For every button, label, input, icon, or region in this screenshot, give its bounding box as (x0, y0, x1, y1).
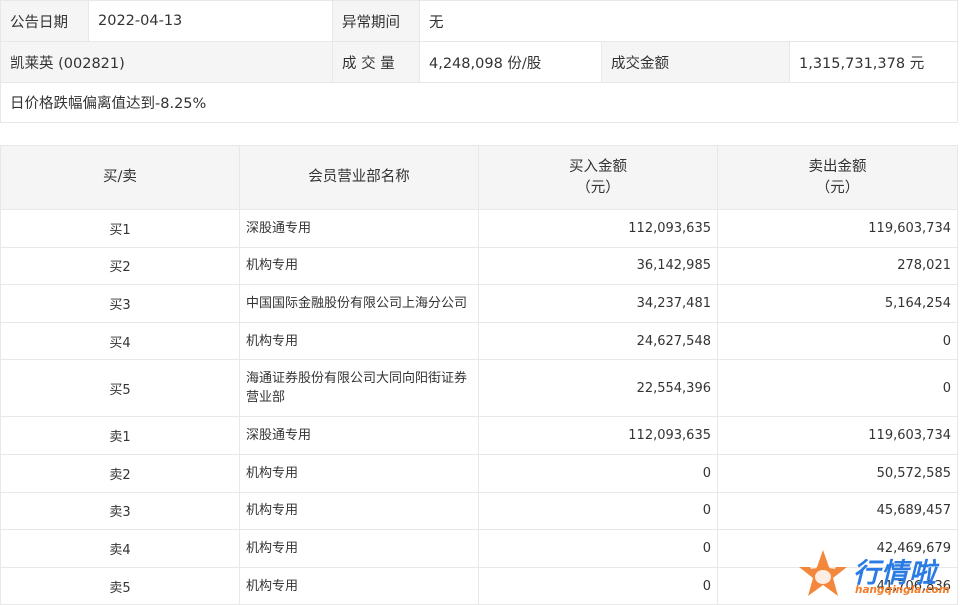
table-row: 买2 机构专用 36,142,985 278,021 (0, 247, 958, 286)
table-row: 买1 深股通专用 112,093,635 119,603,734 (0, 209, 958, 248)
row-side: 买3 (0, 284, 240, 323)
row-sell-amount: 119,603,734 (717, 209, 958, 248)
row-dept-name: 机构专用 (239, 567, 479, 605)
header-sell-unit: （元） (815, 179, 860, 196)
row-dept-name: 深股通专用 (239, 416, 479, 455)
table-row: 卖3 机构专用 0 45,689,457 (0, 492, 958, 531)
header-side: 买/卖 (0, 145, 240, 210)
date-value: 2022-04-13 (88, 0, 333, 42)
row-side: 卖4 (0, 529, 240, 568)
row-buy-amount: 0 (478, 492, 718, 531)
row-sell-amount: 5,164,254 (717, 284, 958, 323)
row-side: 买2 (0, 247, 240, 286)
row-sell-amount: 0 (717, 359, 958, 418)
row-dept-name: 中国国际金融股份有限公司上海分公司 (239, 284, 479, 323)
row-side: 买4 (0, 322, 240, 361)
row-dept-name: 海通证券股份有限公司大同向阳街证券营业部 (239, 359, 479, 418)
row-dept-name: 机构专用 (239, 322, 479, 361)
row-side: 卖5 (0, 567, 240, 605)
watermark-url: hangqingla.com (855, 584, 950, 596)
row-dept-name: 机构专用 (239, 529, 479, 568)
row-buy-amount: 0 (478, 567, 718, 605)
volume-label: 成 交 量 (332, 41, 420, 83)
row-buy-amount: 22,554,396 (478, 359, 718, 418)
row-buy-amount: 0 (478, 529, 718, 568)
table-row: 卖2 机构专用 0 50,572,585 (0, 454, 958, 493)
row-dept-name: 机构专用 (239, 247, 479, 286)
announcement-info-table: 公告日期 2022-04-13 异常期间 无 凯莱英 (002821) 成 交 … (0, 0, 959, 123)
period-value: 无 (418, 0, 959, 42)
header-buy-amount: 买入金额 （元） (478, 145, 718, 210)
row-sell-amount: 0 (717, 322, 958, 361)
row-buy-amount: 112,093,635 (478, 209, 718, 248)
date-label: 公告日期 (0, 0, 89, 42)
table-row: 买5 海通证券股份有限公司大同向阳街证券营业部 22,554,396 0 (0, 359, 958, 418)
row-side: 卖1 (0, 416, 240, 455)
row-side: 买5 (0, 359, 240, 418)
row-dept-name: 深股通专用 (239, 209, 479, 248)
row-sell-amount: 50,572,585 (717, 454, 958, 493)
header-dept-label: 会员营业部名称 (308, 169, 410, 185)
stock-name: 凯莱英 (002821) (0, 41, 333, 83)
row-dept-name: 机构专用 (239, 454, 479, 493)
row-buy-amount: 34,237,481 (478, 284, 718, 323)
amount-value: 1,315,731,378 元 (788, 41, 959, 83)
header-sell-label: 卖出金额 (808, 158, 867, 175)
row-sell-amount: 278,021 (717, 247, 958, 286)
row-buy-amount: 0 (478, 454, 718, 493)
period-label: 异常期间 (332, 0, 420, 42)
row-buy-amount: 36,142,985 (478, 247, 718, 286)
row-side: 卖2 (0, 454, 240, 493)
table-row: 卖1 深股通专用 112,093,635 119,603,734 (0, 416, 958, 455)
header-side-label: 买/卖 (103, 169, 137, 185)
table-header-row: 买/卖 会员营业部名称 买入金额 （元） 卖出金额 （元） (0, 145, 958, 210)
reason-text: 日价格跌幅偏离值达到-8.25% (0, 82, 959, 123)
row-side: 买1 (0, 209, 240, 248)
header-buy-unit: （元） (576, 179, 620, 196)
row-side: 卖3 (0, 492, 240, 531)
header-dept: 会员营业部名称 (239, 145, 479, 210)
row-buy-amount: 112,093,635 (478, 416, 718, 455)
header-buy-label: 买入金额 (569, 158, 627, 175)
watermark-logo: 行情啦 hangqingla.com (795, 545, 955, 603)
header-sell-amount: 卖出金额 （元） (717, 145, 958, 210)
table-row: 买3 中国国际金融股份有限公司上海分公司 34,237,481 5,164,25… (0, 284, 958, 323)
amount-label: 成交金额 (601, 41, 790, 83)
bull-star-logo-icon (799, 550, 847, 596)
volume-value: 4,248,098 份/股 (419, 41, 602, 83)
row-sell-amount: 45,689,457 (717, 492, 958, 531)
table-row: 买4 机构专用 24,627,548 0 (0, 322, 958, 361)
row-sell-amount: 119,603,734 (717, 416, 958, 455)
row-buy-amount: 24,627,548 (478, 322, 718, 361)
row-dept-name: 机构专用 (239, 492, 479, 531)
trading-seats-table: 买/卖 会员营业部名称 买入金额 （元） 卖出金额 （元） 买1 深股通专用 1… (0, 145, 958, 605)
